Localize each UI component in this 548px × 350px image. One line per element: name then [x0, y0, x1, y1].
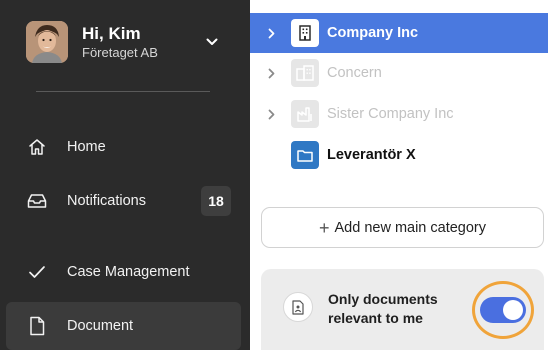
tree-item-label: Sister Company Inc [327, 106, 454, 122]
chevron-right-icon[interactable] [265, 28, 277, 39]
document-person-icon [283, 292, 313, 322]
category-panel: Company Inc Concern Sister Company Inc L… [250, 0, 548, 350]
chevron-right-icon[interactable] [265, 68, 277, 79]
sidebar-item-notifications[interactable]: Notifications 18 [6, 177, 241, 225]
tree-item-company-inc[interactable]: Company Inc [250, 13, 548, 53]
user-menu[interactable]: Hi, Kim Företaget AB [26, 20, 222, 64]
sidebar-item-label: Case Management [67, 264, 190, 280]
tree-item-label: Leverantör X [327, 147, 416, 163]
building-icon [291, 19, 319, 47]
chevron-right-icon[interactable] [265, 109, 277, 120]
home-icon [26, 136, 48, 158]
sidebar-item-label: Document [67, 318, 134, 334]
folder-icon [291, 141, 319, 169]
sidebar-item-home[interactable]: Home [6, 123, 241, 171]
relevance-filter-card: Only documents relevant to me [261, 269, 544, 350]
user-company: Företaget AB [82, 44, 158, 60]
tree-item-concern[interactable]: Concern [250, 53, 548, 93]
avatar [26, 21, 68, 63]
add-main-category-label: Add new main category [334, 219, 487, 236]
tree-item-label: Concern [327, 65, 382, 81]
tree-item-leverantor-x[interactable]: Leverantör X [250, 135, 548, 175]
add-main-category-button[interactable]: + Add new main category [261, 207, 544, 248]
chevron-down-icon[interactable] [202, 32, 222, 52]
notification-count-badge: 18 [201, 186, 231, 216]
toggle-highlight-ring [472, 281, 534, 339]
relevance-filter-label: Only documents relevant to me [328, 291, 438, 326]
sidebar-item-label: Notifications [67, 193, 146, 209]
relevance-toggle[interactable] [480, 297, 526, 323]
sidebar-item-label: Home [67, 139, 106, 155]
checkmark-icon [26, 261, 48, 283]
inbox-icon [26, 190, 48, 212]
tree-item-label: Company Inc [327, 25, 419, 41]
plus-icon: + [318, 217, 330, 238]
sidebar-item-document[interactable]: Document [6, 302, 241, 350]
tree-item-sister-company-inc[interactable]: Sister Company Inc [250, 94, 548, 134]
sidebar-item-case-management[interactable]: Case Management [6, 248, 241, 296]
sidebar: Hi, Kim Företaget AB Home Notifications … [0, 0, 250, 350]
office-icon [291, 59, 319, 87]
document-icon [26, 315, 48, 337]
sidebar-divider [36, 91, 210, 92]
toggle-knob [503, 300, 523, 320]
user-greeting: Hi, Kim [82, 23, 141, 43]
factory-icon [291, 100, 319, 128]
